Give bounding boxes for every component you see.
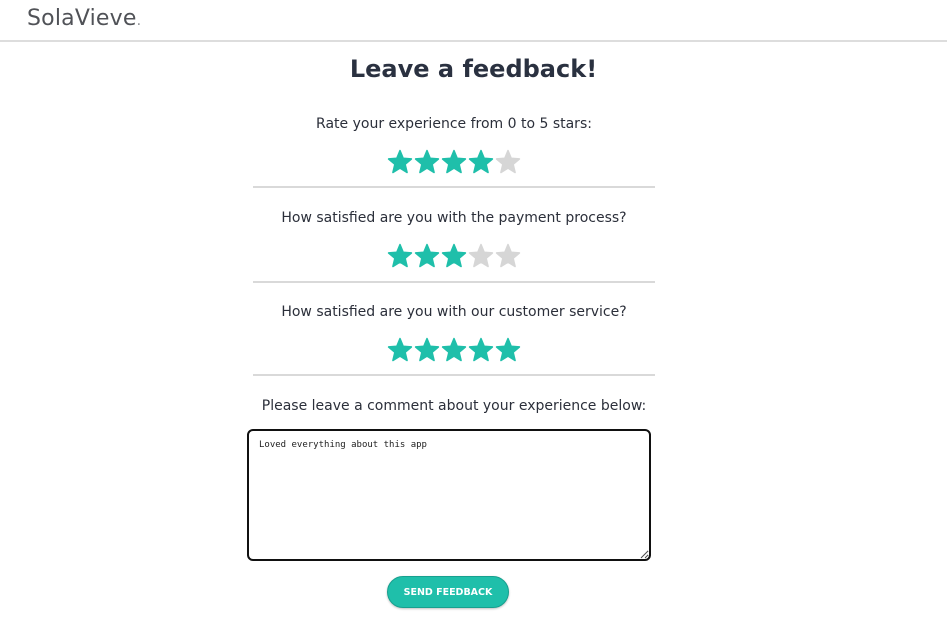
star-empty-icon[interactable] <box>495 243 521 269</box>
divider <box>253 374 655 376</box>
star-rating-customer-service[interactable] <box>253 337 655 363</box>
divider <box>253 281 655 283</box>
star-filled-icon[interactable] <box>468 149 494 175</box>
brand-dot: . <box>136 13 142 29</box>
star-filled-icon[interactable] <box>441 243 467 269</box>
star-filled-icon[interactable] <box>441 337 467 363</box>
star-filled-icon[interactable] <box>495 337 521 363</box>
star-filled-icon[interactable] <box>414 337 440 363</box>
star-filled-icon[interactable] <box>387 243 413 269</box>
star-filled-icon[interactable] <box>387 337 413 363</box>
rating-question-experience: Rate your experience from 0 to 5 stars: <box>316 116 592 132</box>
brand-name: SolaVieve <box>27 6 137 31</box>
send-feedback-button[interactable]: Send feedback <box>387 576 509 608</box>
star-filled-icon[interactable] <box>441 149 467 175</box>
star-rating-payment[interactable] <box>253 243 655 269</box>
star-empty-icon[interactable] <box>468 243 494 269</box>
star-filled-icon[interactable] <box>414 243 440 269</box>
comment-prompt: Please leave a comment about your experi… <box>261 398 647 414</box>
star-filled-icon[interactable] <box>387 149 413 175</box>
star-rating-experience[interactable] <box>253 149 655 175</box>
top-bar: SolaVieve. <box>0 0 947 42</box>
divider <box>253 186 655 188</box>
comment-textarea[interactable]: Loved everything about this app <box>247 429 651 561</box>
star-filled-icon[interactable] <box>468 337 494 363</box>
rating-question-payment: How satisfied are you with the payment p… <box>281 210 627 226</box>
page-title: Leave a feedback! <box>349 55 598 83</box>
rating-question-customer-service: How satisfied are you with our customer … <box>281 304 627 320</box>
brand-logo[interactable]: SolaVieve. <box>27 6 141 31</box>
star-filled-icon[interactable] <box>414 149 440 175</box>
star-empty-icon[interactable] <box>495 149 521 175</box>
